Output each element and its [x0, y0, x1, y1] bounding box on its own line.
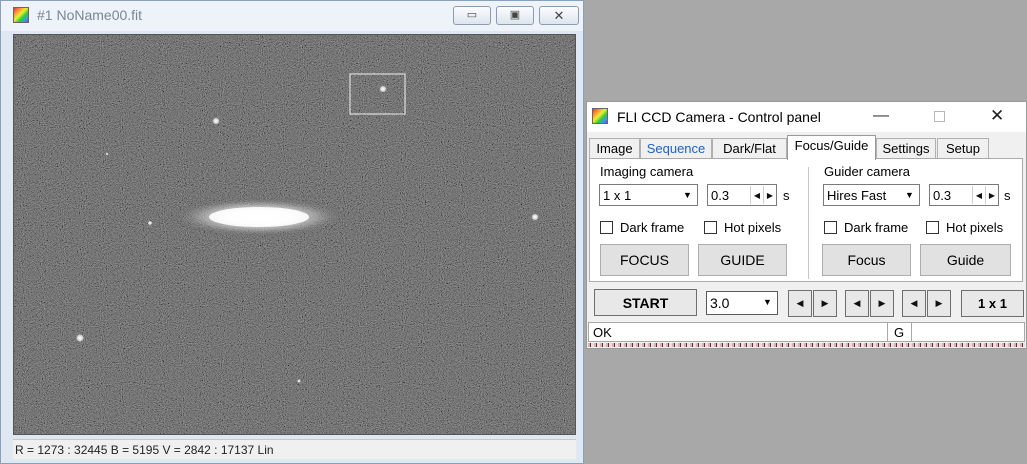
imaging-binning-select[interactable]: 1 x 1 ▼ — [599, 184, 698, 206]
arrow-right-icon: ▶ — [878, 298, 886, 308]
checkbox-box[interactable] — [600, 221, 613, 234]
increment-arrow-icon[interactable]: ▶ — [763, 186, 776, 204]
progress-strip — [588, 343, 1025, 347]
status-indicator: G — [894, 325, 905, 340]
tab-image[interactable]: Image — [589, 138, 640, 159]
maximize-icon[interactable] — [934, 111, 945, 122]
nudge-right-button-3[interactable]: ▶ — [927, 290, 951, 317]
arrow-left-icon: ◀ — [853, 298, 861, 308]
value-select-value: 3.0 — [710, 295, 730, 311]
imaging-focus-button[interactable]: FOCUS — [600, 244, 689, 276]
guider-exposure-unit: s — [1004, 188, 1011, 203]
tab-focus-guide[interactable]: Focus/Guide — [787, 135, 876, 160]
imaging-camera-label: Imaging camera — [600, 164, 694, 179]
tab-dark-flat[interactable]: Dark/Flat — [712, 138, 787, 159]
status-divider — [911, 323, 912, 341]
status-divider — [887, 323, 888, 341]
minimize-button[interactable]: ▭ — [453, 6, 491, 25]
guider-exposure-spinner[interactable]: 0.3 ◀ ▶ — [929, 184, 999, 206]
imaging-guide-button[interactable]: GUIDE — [698, 244, 787, 276]
checkbox-box[interactable] — [926, 221, 939, 234]
minimize-icon: ▭ — [466, 9, 478, 21]
imaging-exposure-value: 0.3 — [711, 188, 730, 203]
focus-guide-page: Imaging camera 1 x 1 ▼ 0.3 ◀ ▶ s Dark fr… — [589, 158, 1023, 282]
minimize-icon[interactable]: — — [873, 107, 889, 125]
close-button[interactable]: ✕ — [539, 6, 579, 25]
image-window-titlebar[interactable]: #1 NoName00.fit ▭ ▣ ✕ — [1, 1, 583, 31]
arrow-right-icon: ▶ — [935, 298, 943, 308]
astro-image — [14, 35, 575, 434]
arrow-left-icon: ◀ — [910, 298, 918, 308]
increment-arrow-icon[interactable]: ▶ — [985, 186, 998, 204]
chevron-down-icon: ▼ — [763, 297, 772, 307]
nudge-left-button-1[interactable]: ◀ — [788, 290, 812, 317]
star — [379, 85, 387, 93]
star — [105, 152, 109, 156]
chevron-down-icon: ▼ — [683, 190, 692, 200]
star — [531, 213, 539, 221]
checkbox-label: Hot pixels — [724, 220, 782, 235]
star — [147, 220, 153, 226]
image-canvas[interactable] — [13, 34, 576, 435]
control-panel-window: FLI CCD Camera - Control panel — ✕ Image… — [586, 101, 1027, 349]
binning-button[interactable]: 1 x 1 — [961, 290, 1024, 317]
checkbox-label: Dark frame — [620, 220, 685, 235]
decrement-arrow-icon[interactable]: ◀ — [972, 186, 985, 204]
arrow-right-icon: ▶ — [821, 298, 829, 308]
checkbox-box[interactable] — [824, 221, 837, 234]
guider-mode-select[interactable]: Hires Fast ▼ — [823, 184, 920, 206]
status-message: OK — [593, 325, 612, 340]
nudge-right-button-2[interactable]: ▶ — [870, 290, 894, 317]
control-panel-status-bar: OK G — [588, 322, 1025, 342]
group-separator — [808, 167, 809, 279]
checkbox-label: Hot pixels — [946, 220, 1004, 235]
arrow-left-icon: ◀ — [796, 298, 804, 308]
star — [212, 117, 220, 125]
guider-mode-value: Hires Fast — [827, 188, 887, 203]
control-panel-title: FLI CCD Camera - Control panel — [617, 109, 821, 125]
close-icon[interactable]: ✕ — [990, 106, 1004, 126]
control-panel-titlebar[interactable]: FLI CCD Camera - Control panel — ✕ — [587, 102, 1026, 132]
close-icon: ✕ — [553, 8, 565, 23]
imaging-exposure-unit: s — [783, 188, 790, 203]
checkbox-label: Dark frame — [844, 220, 909, 235]
nudge-right-button-1[interactable]: ▶ — [813, 290, 837, 317]
checkbox-box[interactable] — [704, 221, 717, 234]
app-icon — [592, 108, 608, 124]
restore-button[interactable]: ▣ — [496, 6, 534, 25]
app-icon — [13, 7, 29, 23]
tab-setup[interactable]: Setup — [937, 138, 989, 159]
star — [75, 333, 85, 343]
image-status-text: R = 1273 : 32445 B = 5195 V = 2842 : 171… — [15, 443, 274, 457]
start-button[interactable]: START — [594, 289, 697, 316]
guider-guide-button[interactable]: Guide — [920, 244, 1011, 276]
star — [297, 379, 301, 383]
imaging-binning-value: 1 x 1 — [603, 188, 632, 203]
image-window: #1 NoName00.fit ▭ ▣ ✕ R = 1273: 32445 B… — [0, 0, 584, 464]
restore-icon: ▣ — [509, 9, 521, 21]
imaging-exposure-spinner[interactable]: 0.3 ◀ ▶ — [707, 184, 777, 206]
decrement-arrow-icon[interactable]: ◀ — [750, 186, 763, 204]
tab-settings[interactable]: Settings — [876, 138, 936, 159]
guider-exposure-value: 0.3 — [933, 188, 952, 203]
tab-sequence[interactable]: Sequence — [640, 138, 712, 159]
image-status-bar: R = 1273 : 32445 B = 5195 V = 2842 : 171… — [13, 439, 576, 459]
nudge-left-button-3[interactable]: ◀ — [902, 290, 926, 317]
chevron-down-icon: ▼ — [905, 190, 914, 200]
image-window-title: #1 NoName00.fit — [37, 7, 143, 23]
guider-focus-button[interactable]: Focus — [822, 244, 911, 276]
nudge-left-button-2[interactable]: ◀ — [845, 290, 869, 317]
value-select[interactable]: 3.0 ▼ — [706, 291, 778, 315]
guider-camera-label: Guider camera — [824, 164, 910, 179]
